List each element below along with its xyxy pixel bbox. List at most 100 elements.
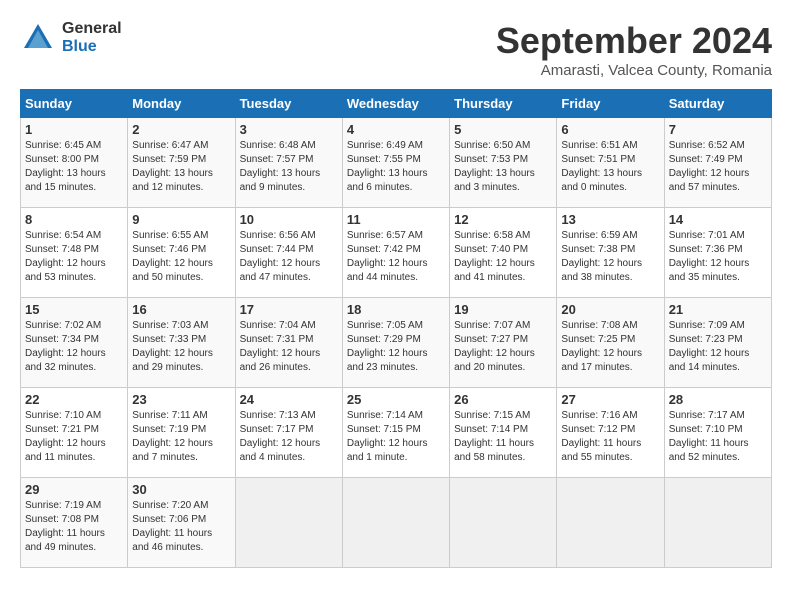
day-info: Sunrise: 6:58 AM Sunset: 7:40 PM Dayligh… xyxy=(454,229,552,285)
logo-general: General xyxy=(62,20,122,38)
table-row: 26 Sunrise: 7:15 AM Sunset: 7:14 PM Dayli… xyxy=(450,388,557,478)
logo-text: General Blue xyxy=(62,20,122,55)
day-number: 18 xyxy=(347,302,445,317)
day-number: 21 xyxy=(669,302,767,317)
day-number: 13 xyxy=(561,212,659,227)
table-row: 17 Sunrise: 7:04 AM Sunset: 7:31 PM Dayli… xyxy=(235,298,342,388)
table-row: 30Sunrise: 7:20 AM Sunset: 7:06 PM Dayli… xyxy=(128,478,235,568)
table-row: 24 Sunrise: 7:13 AM Sunset: 7:17 PM Dayli… xyxy=(235,388,342,478)
day-info: Sunrise: 7:04 AM Sunset: 7:31 PM Dayligh… xyxy=(240,319,338,375)
table-row: 14 Sunrise: 7:01 AM Sunset: 7:36 PM Dayli… xyxy=(664,208,771,298)
day-number: 7 xyxy=(669,122,767,137)
day-info: Sunrise: 6:57 AM Sunset: 7:42 PM Dayligh… xyxy=(347,229,445,285)
table-row: 27 Sunrise: 7:16 AM Sunset: 7:12 PM Dayli… xyxy=(557,388,664,478)
day-number: 24 xyxy=(240,392,338,407)
day-info: Sunrise: 7:01 AM Sunset: 7:36 PM Dayligh… xyxy=(669,229,767,285)
day-info: Sunrise: 7:10 AM Sunset: 7:21 PM Dayligh… xyxy=(25,409,123,465)
day-number: 9 xyxy=(132,212,230,227)
calendar-row: 8Sunrise: 6:54 AM Sunset: 7:48 PM Daylig… xyxy=(21,208,772,298)
day-number: 26 xyxy=(454,392,552,407)
day-info: Sunrise: 7:05 AM Sunset: 7:29 PM Dayligh… xyxy=(347,319,445,375)
table-row xyxy=(664,478,771,568)
day-info: Sunrise: 6:47 AM Sunset: 7:59 PM Dayligh… xyxy=(132,139,230,195)
day-number: 17 xyxy=(240,302,338,317)
table-row: 15 Sunrise: 7:02 AM Sunset: 7:34 PM Dayli… xyxy=(21,298,128,388)
day-number: 20 xyxy=(561,302,659,317)
day-number: 3 xyxy=(240,122,338,137)
calendar-body: 1Sunrise: 6:45 AM Sunset: 8:00 PM Daylig… xyxy=(21,118,772,568)
month-title: September 2024 xyxy=(496,20,772,62)
day-info: Sunrise: 7:02 AM Sunset: 7:34 PM Dayligh… xyxy=(25,319,123,375)
day-number: 22 xyxy=(25,392,123,407)
table-row: 21 Sunrise: 7:09 AM Sunset: 7:23 PM Dayli… xyxy=(664,298,771,388)
logo-icon xyxy=(20,20,56,56)
day-number: 23 xyxy=(132,392,230,407)
day-info: Sunrise: 7:16 AM Sunset: 7:12 PM Dayligh… xyxy=(561,409,659,465)
table-row xyxy=(235,478,342,568)
table-row: 20 Sunrise: 7:08 AM Sunset: 7:25 PM Dayli… xyxy=(557,298,664,388)
day-info: Sunrise: 6:55 AM Sunset: 7:46 PM Dayligh… xyxy=(132,229,230,285)
day-number: 11 xyxy=(347,212,445,227)
table-row: 10 Sunrise: 6:56 AM Sunset: 7:44 PM Dayli… xyxy=(235,208,342,298)
day-number: 27 xyxy=(561,392,659,407)
day-number: 19 xyxy=(454,302,552,317)
header-wednesday: Wednesday xyxy=(342,90,449,118)
location-subtitle: Amarasti, Valcea County, Romania xyxy=(496,62,772,79)
table-row: 7 Sunrise: 6:52 AM Sunset: 7:49 PM Daylig… xyxy=(664,118,771,208)
day-info: Sunrise: 6:59 AM Sunset: 7:38 PM Dayligh… xyxy=(561,229,659,285)
day-info: Sunrise: 7:17 AM Sunset: 7:10 PM Dayligh… xyxy=(669,409,767,465)
calendar-row: 1Sunrise: 6:45 AM Sunset: 8:00 PM Daylig… xyxy=(21,118,772,208)
calendar-header: Sunday Monday Tuesday Wednesday Thursday… xyxy=(21,90,772,118)
day-info: Sunrise: 6:51 AM Sunset: 7:51 PM Dayligh… xyxy=(561,139,659,195)
table-row: 1Sunrise: 6:45 AM Sunset: 8:00 PM Daylig… xyxy=(21,118,128,208)
title-block: September 2024 Amarasti, Valcea County, … xyxy=(496,20,772,79)
day-info: Sunrise: 7:03 AM Sunset: 7:33 PM Dayligh… xyxy=(132,319,230,375)
page-header: General Blue September 2024 Amarasti, Va… xyxy=(20,20,772,79)
day-info: Sunrise: 6:56 AM Sunset: 7:44 PM Dayligh… xyxy=(240,229,338,285)
table-row: 8Sunrise: 6:54 AM Sunset: 7:48 PM Daylig… xyxy=(21,208,128,298)
table-row: 23 Sunrise: 7:11 AM Sunset: 7:19 PM Dayli… xyxy=(128,388,235,478)
table-row: 18 Sunrise: 7:05 AM Sunset: 7:29 PM Dayli… xyxy=(342,298,449,388)
day-number: 4 xyxy=(347,122,445,137)
day-number: 15 xyxy=(25,302,123,317)
table-row xyxy=(450,478,557,568)
day-info: Sunrise: 7:08 AM Sunset: 7:25 PM Dayligh… xyxy=(561,319,659,375)
day-number: 25 xyxy=(347,392,445,407)
day-info: Sunrise: 7:15 AM Sunset: 7:14 PM Dayligh… xyxy=(454,409,552,465)
calendar-row: 22 Sunrise: 7:10 AM Sunset: 7:21 PM Dayli… xyxy=(21,388,772,478)
table-row: 28Sunrise: 7:17 AM Sunset: 7:10 PM Dayli… xyxy=(664,388,771,478)
day-number: 16 xyxy=(132,302,230,317)
day-number: 10 xyxy=(240,212,338,227)
table-row: 22 Sunrise: 7:10 AM Sunset: 7:21 PM Dayli… xyxy=(21,388,128,478)
table-row: 13 Sunrise: 6:59 AM Sunset: 7:38 PM Dayli… xyxy=(557,208,664,298)
calendar-table: Sunday Monday Tuesday Wednesday Thursday… xyxy=(20,89,772,568)
header-tuesday: Tuesday xyxy=(235,90,342,118)
table-row: 6 Sunrise: 6:51 AM Sunset: 7:51 PM Daylig… xyxy=(557,118,664,208)
table-row: 12Sunrise: 6:58 AM Sunset: 7:40 PM Dayli… xyxy=(450,208,557,298)
header-friday: Friday xyxy=(557,90,664,118)
calendar-row: 29Sunrise: 7:19 AM Sunset: 7:08 PM Dayli… xyxy=(21,478,772,568)
day-number: 14 xyxy=(669,212,767,227)
day-number: 29 xyxy=(25,482,123,497)
header-saturday: Saturday xyxy=(664,90,771,118)
day-number: 8 xyxy=(25,212,123,227)
day-number: 6 xyxy=(561,122,659,137)
table-row: 16 Sunrise: 7:03 AM Sunset: 7:33 PM Dayli… xyxy=(128,298,235,388)
table-row: 25 Sunrise: 7:14 AM Sunset: 7:15 PM Dayli… xyxy=(342,388,449,478)
day-info: Sunrise: 7:14 AM Sunset: 7:15 PM Dayligh… xyxy=(347,409,445,465)
day-info: Sunrise: 7:13 AM Sunset: 7:17 PM Dayligh… xyxy=(240,409,338,465)
day-info: Sunrise: 7:09 AM Sunset: 7:23 PM Dayligh… xyxy=(669,319,767,375)
table-row: 11 Sunrise: 6:57 AM Sunset: 7:42 PM Dayli… xyxy=(342,208,449,298)
table-row: 3Sunrise: 6:48 AM Sunset: 7:57 PM Daylig… xyxy=(235,118,342,208)
table-row: 5Sunrise: 6:50 AM Sunset: 7:53 PM Daylig… xyxy=(450,118,557,208)
table-row: 19Sunrise: 7:07 AM Sunset: 7:27 PM Dayli… xyxy=(450,298,557,388)
logo: General Blue xyxy=(20,20,122,56)
table-row xyxy=(342,478,449,568)
day-info: Sunrise: 7:11 AM Sunset: 7:19 PM Dayligh… xyxy=(132,409,230,465)
day-info: Sunrise: 6:52 AM Sunset: 7:49 PM Dayligh… xyxy=(669,139,767,195)
table-row xyxy=(557,478,664,568)
logo-blue: Blue xyxy=(62,38,122,56)
table-row: 29Sunrise: 7:19 AM Sunset: 7:08 PM Dayli… xyxy=(21,478,128,568)
calendar-row: 15 Sunrise: 7:02 AM Sunset: 7:34 PM Dayli… xyxy=(21,298,772,388)
day-number: 5 xyxy=(454,122,552,137)
